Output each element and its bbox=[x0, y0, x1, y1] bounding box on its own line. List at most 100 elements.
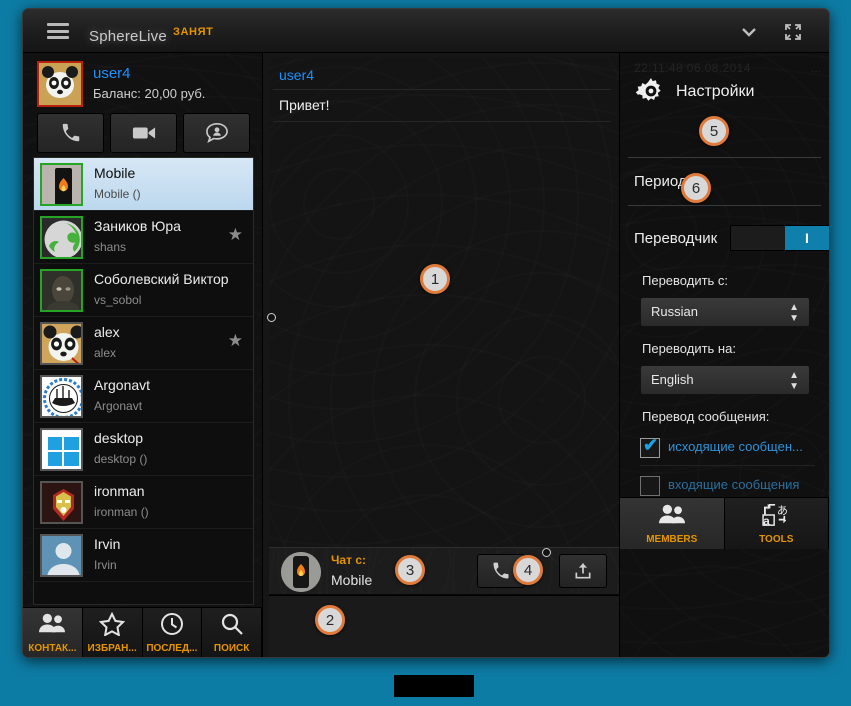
avatar bbox=[40, 163, 83, 206]
contact-username: desktop () bbox=[94, 452, 148, 466]
translate-to-value: English bbox=[651, 372, 694, 387]
title-bar: SphereLive ЗАНЯТ bbox=[23, 9, 829, 53]
translate-from-value: Russian bbox=[651, 304, 698, 319]
checkbox-box[interactable] bbox=[640, 435, 660, 458]
translate-from-select[interactable]: Russian ▲ ▼ bbox=[640, 297, 810, 327]
avatar[interactable] bbox=[37, 61, 83, 107]
settings-tab-tools[interactable]: a あ TOOLS bbox=[724, 498, 829, 549]
contact-username: Argonavt bbox=[94, 399, 143, 413]
contact-list-item[interactable]: ironman ironman () bbox=[34, 476, 253, 529]
spinner-arrows-icon[interactable]: ▲ ▼ bbox=[789, 370, 799, 392]
sidebar-tab-label: ИЗБРАН... bbox=[87, 643, 137, 654]
message-translation-label: Перевод сообщения: bbox=[642, 409, 770, 424]
sidebar-tab-label: КОНТАК... bbox=[28, 643, 77, 654]
chevron-down-icon[interactable] bbox=[731, 19, 767, 45]
callout-badge-1: 1 bbox=[420, 264, 450, 294]
checkbox-box[interactable] bbox=[640, 476, 660, 496]
message-text: Привет! bbox=[279, 97, 330, 113]
contact-username: alex bbox=[94, 346, 117, 360]
callout-badge-2: 2 bbox=[315, 605, 345, 635]
settings-title: Настройки bbox=[676, 83, 755, 100]
settings-tab-label: TOOLS bbox=[759, 534, 794, 545]
sidebar-tab-star[interactable]: ИЗБРАН... bbox=[82, 608, 143, 657]
gear-icon bbox=[634, 75, 668, 109]
sidebar-splitter-handle[interactable] bbox=[267, 313, 276, 322]
divider bbox=[628, 157, 821, 158]
contact-list-item[interactable]: desktop desktop () bbox=[34, 423, 253, 476]
contact-list-item[interactable]: Irvin Irvin bbox=[34, 529, 253, 582]
avatar bbox=[40, 269, 83, 312]
settings-tab-label: MEMBERS bbox=[646, 534, 698, 545]
divider bbox=[273, 89, 611, 90]
translate-to-select[interactable]: English ▲ ▼ bbox=[640, 365, 810, 395]
chat-splitter-handle[interactable] bbox=[542, 548, 551, 557]
translator-toggle-knob[interactable]: I bbox=[785, 226, 829, 250]
settings-panel: 22:11:48 06.08.2014 ... Настройки Период… bbox=[619, 53, 829, 657]
callout-badge-5: 5 bbox=[699, 116, 729, 146]
avatar bbox=[40, 216, 83, 259]
divider bbox=[640, 465, 815, 466]
contact-list-item[interactable]: Заников Юра shans ★ bbox=[34, 211, 253, 264]
chat-share-button[interactable] bbox=[559, 554, 607, 588]
search-icon bbox=[202, 612, 261, 641]
hamburger-menu-icon[interactable] bbox=[47, 23, 69, 39]
sidebar-tab-label: ПОИСК bbox=[213, 643, 250, 654]
avatar bbox=[40, 534, 83, 577]
contacts-sidebar: user4 Баланс: 20,00 руб. Mobile Mobile ()… bbox=[23, 53, 263, 657]
avatar bbox=[40, 322, 83, 365]
user-status-badge[interactable]: ЗАНЯТ bbox=[173, 26, 213, 38]
video-button[interactable] bbox=[110, 113, 177, 153]
avatar[interactable] bbox=[281, 552, 321, 592]
contacts-people-icon bbox=[23, 612, 82, 639]
current-user-name[interactable]: user4 bbox=[93, 65, 131, 82]
sidebar-tab-search[interactable]: ПОИСК bbox=[202, 608, 262, 657]
sidebar-tab-clock[interactable]: ПОСЛЕД... bbox=[142, 608, 203, 657]
members-people-icon bbox=[620, 503, 724, 530]
sidebar-tab-contacts-people[interactable]: КОНТАК... bbox=[23, 608, 83, 657]
period-label[interactable]: Период bbox=[634, 173, 687, 190]
contact-name: Mobile bbox=[94, 165, 136, 181]
avatar bbox=[40, 375, 83, 418]
contact-list[interactable]: Mobile Mobile () Заников Юра shans ★ Соболевс… bbox=[33, 157, 254, 605]
contact-username: ironman () bbox=[94, 505, 149, 519]
callout-badge-4: 4 bbox=[513, 555, 543, 585]
person-speech-bubble-icon[interactable] bbox=[183, 113, 250, 153]
translator-toggle[interactable]: I bbox=[730, 225, 829, 251]
contact-name: Соболевский Виктор bbox=[94, 271, 229, 287]
clock-icon bbox=[143, 612, 202, 641]
sidebar-tabs: КОНТАК... ИЗБРАН... ПОСЛЕД... ПОИСК bbox=[23, 607, 262, 657]
message-pane-texture bbox=[269, 57, 619, 547]
overflow-dots: ... bbox=[810, 61, 821, 75]
settings-tabs: MEMBERS a あ TOOLS bbox=[620, 497, 829, 549]
translator-label: Переводчик bbox=[634, 230, 718, 247]
spinner-arrows-icon[interactable]: ▲ ▼ bbox=[789, 302, 799, 324]
contact-list-item[interactable]: alex alex ★ bbox=[34, 317, 253, 370]
star-icon[interactable]: ★ bbox=[228, 225, 243, 245]
quick-actions bbox=[37, 113, 250, 153]
timestamp: 22:11:48 06.08.2014 bbox=[634, 61, 751, 75]
checkbox-outgoing-messages[interactable]: исходящие сообщен... bbox=[640, 435, 820, 465]
divider bbox=[273, 121, 611, 122]
translate-to-label: Переводить на: bbox=[642, 341, 736, 356]
message-author: user4 bbox=[279, 67, 315, 83]
contact-list-item[interactable]: Mobile Mobile () bbox=[34, 158, 253, 211]
current-user-row[interactable]: user4 Баланс: 20,00 руб. bbox=[23, 53, 262, 109]
contact-name: desktop bbox=[94, 430, 144, 446]
contact-list-item[interactable]: Соболевский Виктор vs_sobol bbox=[34, 264, 253, 317]
settings-tab-members[interactable]: MEMBERS bbox=[620, 498, 725, 549]
contact-name: Заников Юра bbox=[94, 218, 181, 234]
contact-name: Irvin bbox=[94, 536, 121, 552]
star-icon[interactable]: ★ bbox=[228, 331, 243, 351]
svg-text:あ: あ bbox=[777, 504, 788, 517]
contact-username: Irvin bbox=[94, 558, 117, 572]
contact-name: ironman bbox=[94, 483, 145, 499]
application-window: SphereLive ЗАНЯТ user4 Баланс: 20,00 руб… bbox=[22, 8, 830, 658]
contact-list-item[interactable]: Argonavt Argonavt bbox=[34, 370, 253, 423]
checkbox-label: исходящие сообщен... bbox=[668, 439, 803, 454]
expand-arrows-icon[interactable] bbox=[775, 19, 811, 45]
redacted-text-block bbox=[394, 675, 474, 697]
call-button[interactable] bbox=[37, 113, 104, 153]
close-icon[interactable] bbox=[819, 19, 829, 45]
star-icon bbox=[83, 611, 142, 641]
callout-badge-6: 6 bbox=[681, 173, 711, 203]
